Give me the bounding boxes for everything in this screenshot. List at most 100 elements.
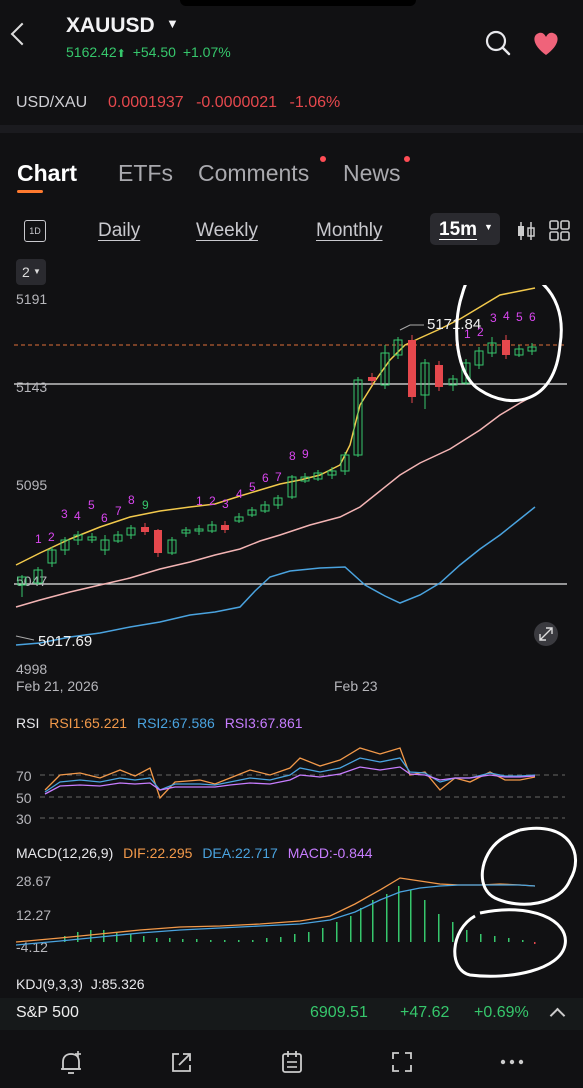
inverse-pair-change-pct: -1.06% [289,94,341,111]
seq-label: 4 [503,309,510,323]
macd-bar [466,930,468,942]
seq-label: 8 [128,493,135,507]
high-price-label: 5171.84 [427,316,481,333]
period-15m-label: 15m [439,219,478,240]
price-axis-label: 5143 [16,379,47,395]
more-icon[interactable] [500,1058,524,1066]
seq-label: 4 [74,509,81,523]
symbol-change-pct: +1.07% [182,44,231,60]
period-daily[interactable]: Daily [98,220,140,242]
seq-label: 8 [289,449,296,463]
macd-bar [156,938,158,942]
chevron-down-icon: ▼ [484,222,493,232]
period-monthly[interactable]: Monthly [316,220,383,242]
seq-label: 7 [115,504,122,518]
macd-bar [398,886,400,942]
price-chart[interactable]: 5191 5143 5095 5047 4998 5171.84 5017.69… [0,285,583,700]
kdj-j-value: J:85.326 [90,976,145,992]
chart-count-value: 2 [22,264,30,280]
macd-bar [360,908,362,942]
seq-label: 9 [142,498,149,512]
rsi3-value: RSI3:67.861 [224,715,303,731]
candle-body [435,365,443,387]
search-icon[interactable] [484,29,512,57]
period-15m-dropdown[interactable]: 15m ▼ [430,213,500,245]
grid-layout-icon[interactable] [549,220,571,242]
seq-label: 6 [101,511,108,525]
comments-notification-dot [320,156,326,162]
macd-bar [410,890,412,942]
tab-etfs[interactable]: ETFs [118,160,173,187]
seq-label: 1 [196,494,203,508]
price-axis-label: 4998 [16,661,47,677]
tab-comments[interactable]: Comments [198,160,309,187]
favorite-heart-icon[interactable] [530,29,562,57]
rsi1-value: RSI1:65.221 [49,715,128,731]
seq-label: 2 [209,494,216,508]
ticker-change-pct: +0.69% [474,1004,529,1021]
low-callout-line [15,635,35,641]
seq-label: 3 [61,507,68,521]
macd-bar [452,922,454,942]
tab-active-indicator [17,190,43,193]
seq-label: 9 [302,447,309,461]
candlestick-type-icon[interactable] [516,220,536,242]
annotation-circle [453,908,567,978]
macd-bar [508,938,510,942]
rsi-chart: 70 50 30 [16,747,565,827]
news-notification-dot [404,156,410,162]
macd-bar [438,914,440,942]
macd-bar [322,928,324,942]
calendar-1d-icon[interactable]: 1D [24,220,46,242]
tab-chart[interactable]: Chart [17,160,77,187]
macd-bar [116,932,118,942]
high-callout-line [399,324,424,331]
symbol-change: +54.50 [132,44,176,60]
tab-news[interactable]: News [343,160,401,187]
inverse-pair-quote: 0.0001937 -0.0000021 -1.06% [108,94,340,112]
seq-label: 2 [477,325,484,339]
symbol-title[interactable]: XAUUSD [66,14,155,38]
macd-bar [534,942,536,944]
macd-bar [294,934,296,942]
rsi2-line [44,757,536,793]
candle-body [408,340,416,397]
macd-bar [522,940,524,942]
ticker-price: 6909.51 [310,1004,368,1021]
rsi2-value: RSI2:67.586 [136,715,215,731]
ma-line-blue [15,506,536,646]
rsi-legend: RSI RSI1:65.221 RSI2:67.586 RSI3:67.861 [16,715,303,731]
macd-bar [210,940,212,942]
share-icon[interactable] [170,1050,194,1074]
macd-bar [90,930,92,942]
macd-level-label: 28.67 [16,873,51,889]
macd-bar [350,916,352,942]
sequence-labels: 1 2 3 4 5 6 7 8 9 1 2 3 4 5 6 7 8 9 1 2 … [35,309,536,546]
macd-bar [238,940,240,942]
price-axis-label: 5095 [16,477,47,493]
rsi1-line [44,747,536,800]
macd-histogram [64,886,536,944]
period-weekly[interactable]: Weekly [196,220,258,242]
macd-bar [143,936,145,942]
alert-bell-icon[interactable] [58,1050,84,1076]
macd-bar [308,932,310,942]
rsi-level-label: 70 [16,768,32,784]
macd-bar [182,939,184,942]
macd-bar [266,938,268,942]
camera-notch [180,0,416,6]
macd-dif-line [15,877,536,943]
chevron-down-icon[interactable]: ▼ [166,16,179,31]
kdj-legend: KDJ(9,3,3) J:85.326 [16,976,145,992]
seq-label: 5 [88,498,95,512]
candle-body [141,527,149,532]
up-arrow-icon: ⬆ [116,48,126,60]
back-icon[interactable] [10,22,34,46]
macd-bar [280,937,282,942]
ticker-name: S&P 500 [16,1004,79,1021]
fullscreen-icon[interactable] [390,1050,414,1074]
chart-count-selector[interactable]: 2 ▼ [16,259,46,285]
seq-label: 6 [529,310,536,324]
notes-icon[interactable] [280,1050,304,1074]
seq-label: 3 [222,497,229,511]
